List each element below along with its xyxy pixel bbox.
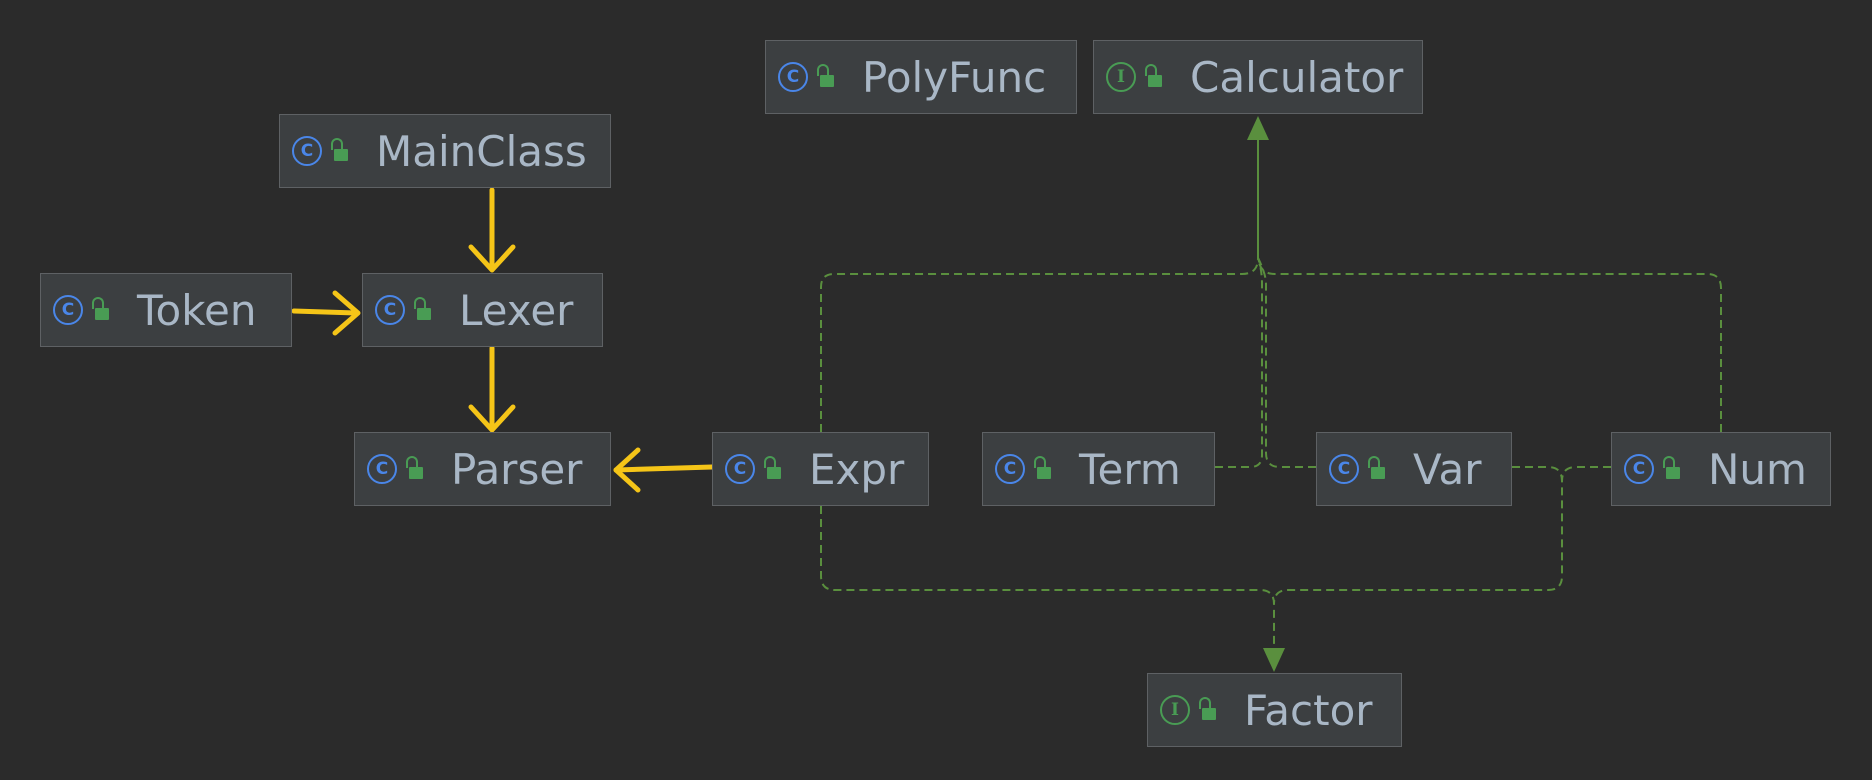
class-var[interactable]: C Var [1316, 432, 1512, 506]
class-c-icon: C [1329, 454, 1359, 484]
class-token[interactable]: C Token [40, 273, 292, 347]
interface-calculator[interactable]: I Calculator [1093, 40, 1423, 114]
node-label: Var [1413, 444, 1482, 494]
class-mainclass[interactable]: C MainClass [279, 114, 611, 188]
edge-expr-calculator [820, 120, 1259, 432]
edge-term-calculator [1215, 257, 1263, 468]
class-c-icon: C [995, 454, 1025, 484]
class-term[interactable]: C Term [982, 432, 1215, 506]
class-num[interactable]: C Num [1611, 432, 1831, 506]
interface-factor[interactable]: I Factor [1147, 673, 1402, 747]
public-lock-icon [1368, 456, 1385, 479]
class-c-icon: C [778, 62, 808, 92]
public-lock-icon [1145, 64, 1162, 87]
public-lock-icon [331, 138, 348, 161]
edge-var-calculator [1257, 257, 1316, 468]
class-parser[interactable]: C Parser [354, 432, 611, 506]
class-c-icon: C [725, 454, 755, 484]
class-c-icon: C [375, 295, 405, 325]
node-label: Token [137, 285, 257, 335]
edge-num-factor [1561, 466, 1611, 482]
edge-token-lexer [291, 308, 359, 316]
public-lock-icon [1663, 456, 1680, 479]
interface-i-icon: I [1160, 695, 1190, 725]
class-c-icon: C [1624, 454, 1654, 484]
class-c-icon: C [292, 136, 322, 166]
class-expr[interactable]: C Expr [712, 432, 929, 506]
public-lock-icon [1034, 456, 1051, 479]
node-label: Factor [1244, 685, 1373, 735]
node-label: Calculator [1190, 52, 1404, 102]
uml-class-diagram: C PolyFunc I Calculator C MainClass C To… [0, 0, 1872, 780]
public-lock-icon [1199, 697, 1216, 720]
class-polyfunc[interactable]: C PolyFunc [765, 40, 1077, 114]
node-label: Lexer [459, 285, 574, 335]
node-label: MainClass [376, 126, 587, 176]
class-c-icon: C [53, 295, 83, 325]
node-label: Num [1708, 444, 1807, 494]
factor-arrowhead [1263, 648, 1285, 672]
public-lock-icon [764, 456, 781, 479]
edge-expr-factor [820, 506, 1275, 648]
edge-expr-parser [613, 464, 715, 473]
class-c-icon: C [367, 454, 397, 484]
public-lock-icon [414, 297, 431, 320]
public-lock-icon [817, 64, 834, 87]
node-label: Expr [809, 444, 905, 494]
public-lock-icon [92, 297, 109, 320]
node-label: PolyFunc [862, 52, 1047, 102]
interface-i-icon: I [1106, 62, 1136, 92]
calculator-arrowhead [1247, 116, 1269, 140]
node-label: Parser [451, 444, 583, 494]
edge-num-calculator [1257, 257, 1722, 432]
public-lock-icon [406, 456, 423, 479]
node-label: Term [1079, 444, 1181, 494]
class-lexer[interactable]: C Lexer [362, 273, 603, 347]
